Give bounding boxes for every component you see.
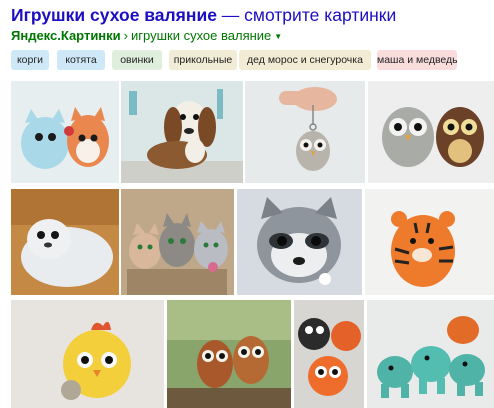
felted-raccoon-image — [237, 189, 362, 295]
image-thumbnail[interactable] — [294, 300, 364, 408]
image-thumbnail[interactable] — [365, 189, 494, 295]
image-thumbnail[interactable] — [368, 81, 494, 183]
felted-seal-image — [11, 189, 119, 295]
image-thumbnail[interactable] — [367, 300, 494, 408]
felted-brown-owls-image — [167, 300, 291, 408]
felted-owls-image — [368, 81, 494, 183]
image-thumbnail[interactable] — [245, 81, 365, 183]
felted-elephants-image — [367, 300, 494, 408]
felted-basset-image — [121, 81, 243, 183]
felted-kittens-image — [121, 189, 234, 295]
image-thumbnail[interactable] — [11, 300, 164, 408]
image-grid — [0, 0, 494, 408]
felted-cat-fox-image — [11, 81, 119, 183]
felted-chick-image — [11, 300, 164, 408]
felted-tiger-image — [365, 189, 494, 295]
felted-owl-keychain-image — [245, 81, 365, 183]
image-thumbnail[interactable] — [167, 300, 291, 408]
image-thumbnail[interactable] — [121, 189, 234, 295]
image-thumbnail[interactable] — [11, 81, 119, 183]
image-thumbnail[interactable] — [237, 189, 362, 295]
image-thumbnail[interactable] — [121, 81, 243, 183]
felted-balls-image — [294, 300, 364, 408]
image-thumbnail[interactable] — [11, 189, 119, 295]
